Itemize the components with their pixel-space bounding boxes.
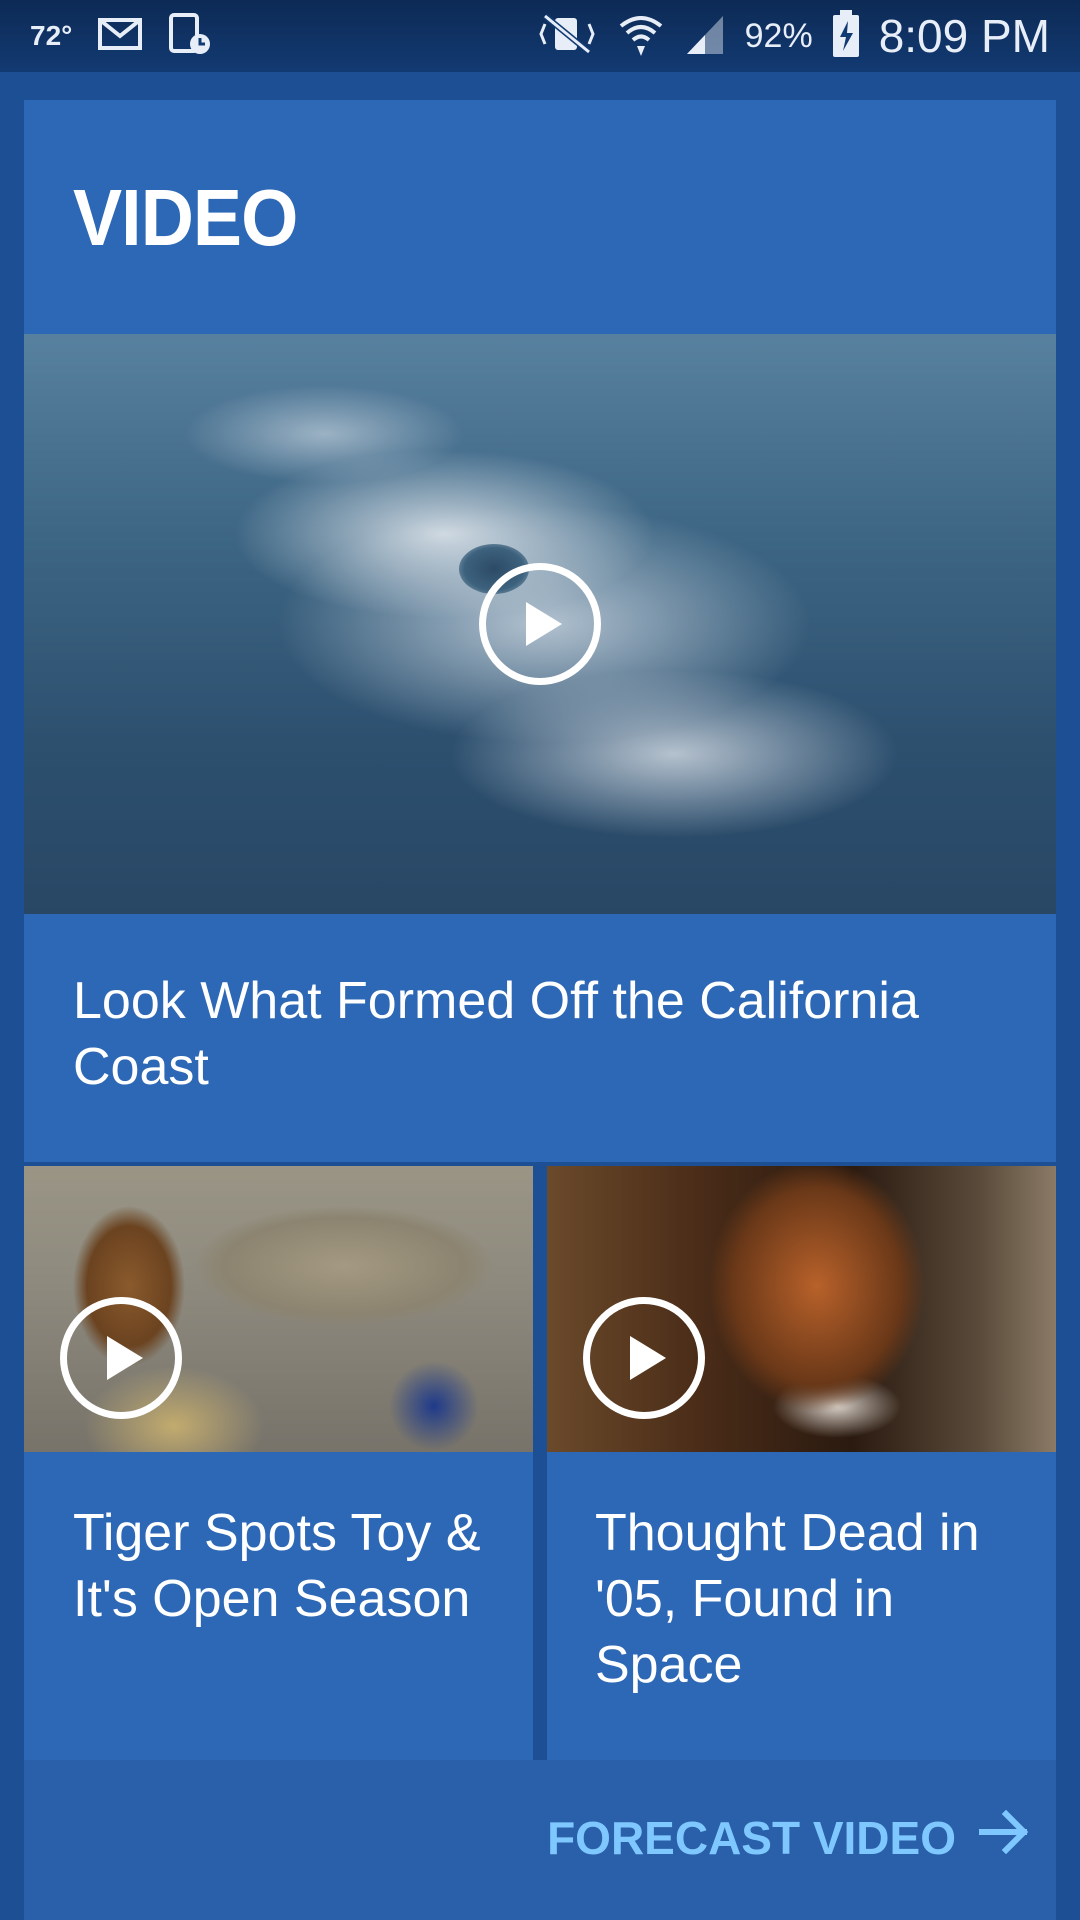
play-icon[interactable] [583,1297,705,1419]
video-title-satellite[interactable]: Thought Dead in '05, Found in Space [595,1500,1015,1698]
mail-icon [98,17,143,55]
temperature-text: 72° [30,20,73,51]
divider [533,1166,547,1760]
forecast-video-label: FORECAST VIDEO [547,1811,956,1864]
vibrate-mute-icon [535,12,599,61]
battery-charging-icon [831,9,861,64]
forecast-video-link[interactable]: FORECAST VIDEO [547,1809,1030,1865]
play-icon[interactable] [479,563,601,685]
card-title: VIDEO [73,173,298,262]
battery-percentage: 92% [744,16,813,55]
status-bar: 72° 92% 8:09 PM [0,0,1080,72]
clock-time: 8:09 PM [878,10,1050,62]
video-title-tiger[interactable]: Tiger Spots Toy & It's Open Season [73,1500,493,1632]
video-card: VIDEO Look What Formed Off the Californi… [24,100,1056,1920]
featured-video-title[interactable]: Look What Formed Off the California Coas… [73,968,1023,1100]
play-icon[interactable] [60,1297,182,1419]
signal-icon [683,12,727,61]
screen-record-icon [168,12,212,61]
wifi-icon [617,10,665,63]
video-thumbnail-satellite[interactable] [547,1166,1056,1452]
video-thumbnail-tiger[interactable] [24,1166,533,1452]
featured-video-thumbnail[interactable] [24,334,1056,914]
arrow-right-icon [978,1809,1030,1865]
